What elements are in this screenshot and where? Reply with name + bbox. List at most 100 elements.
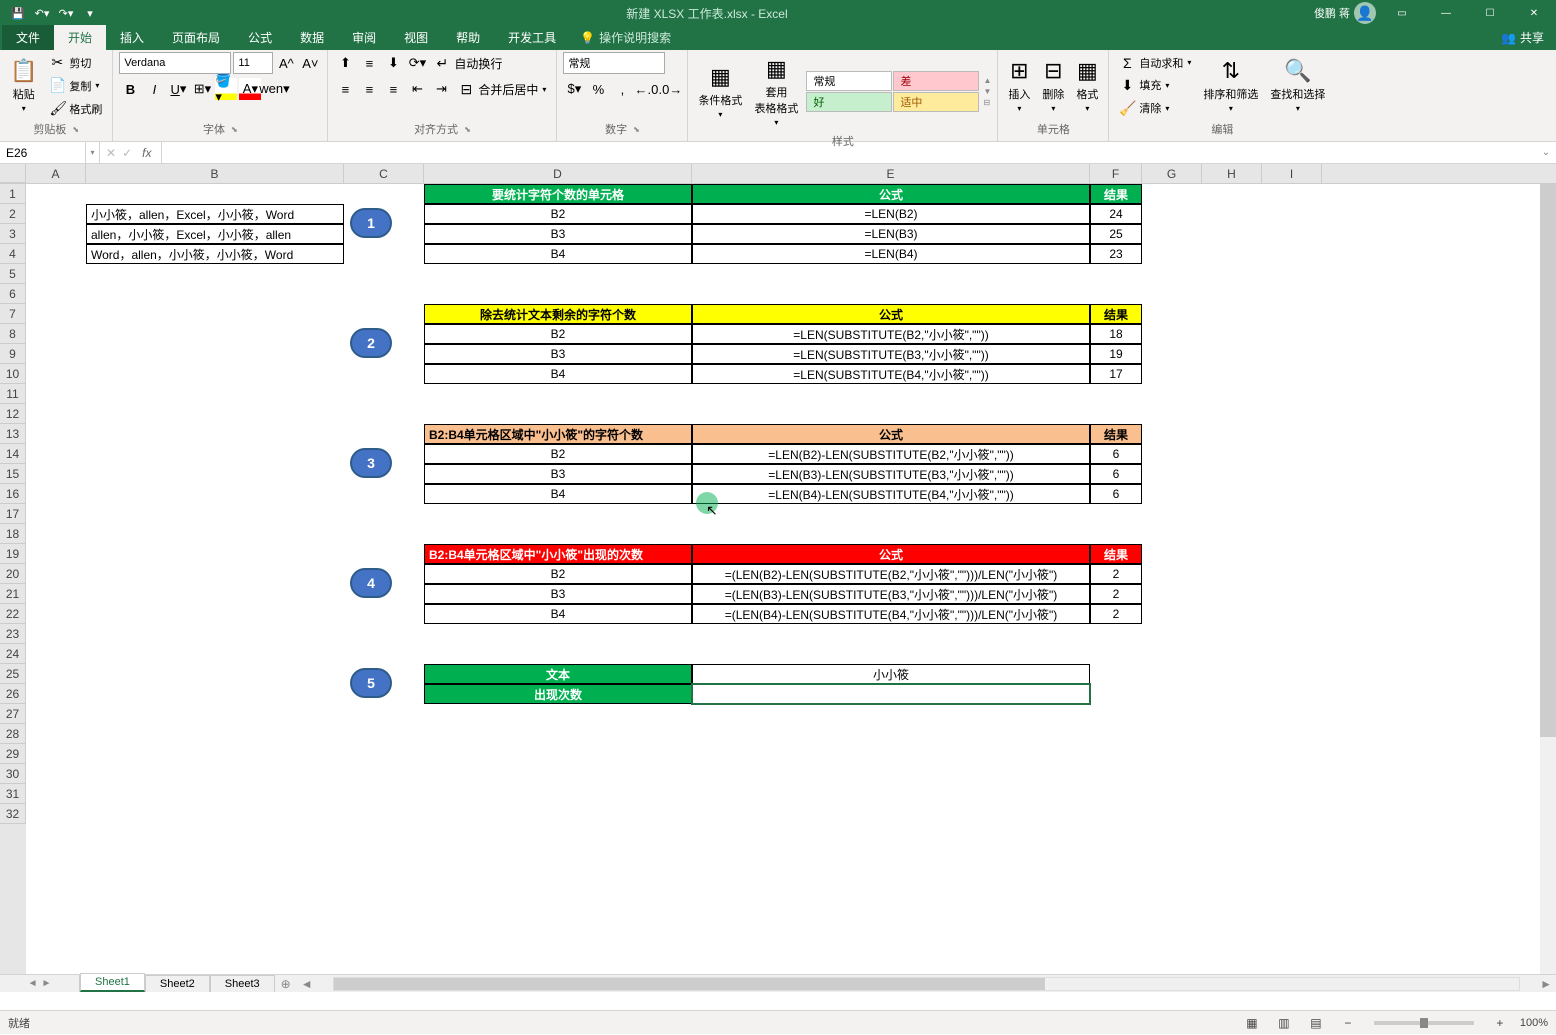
row-header-17[interactable]: 17: [0, 504, 26, 524]
row-header-19[interactable]: 19: [0, 544, 26, 564]
sort-filter-button[interactable]: ⇅排序和筛选▾: [1199, 54, 1262, 117]
decrease-decimal-icon[interactable]: .0→: [659, 78, 681, 100]
save-icon[interactable]: 💾: [8, 3, 28, 23]
cell-D20[interactable]: B2: [424, 564, 692, 584]
cell-F15[interactable]: 6: [1090, 464, 1142, 484]
number-format-select[interactable]: 常规: [563, 52, 665, 74]
sheet-nav-next-icon[interactable]: ►: [42, 978, 52, 989]
cell-B4[interactable]: Word，allen，小小筱，小小筱，Word: [86, 244, 344, 264]
italic-button[interactable]: I: [143, 78, 165, 100]
row-header-2[interactable]: 2: [0, 204, 26, 224]
cell-E13[interactable]: 公式: [692, 424, 1090, 444]
cell-D2[interactable]: B2: [424, 204, 692, 224]
cell-D14[interactable]: B2: [424, 444, 692, 464]
cell-F21[interactable]: 2: [1090, 584, 1142, 604]
sheet-tab-Sheet2[interactable]: Sheet2: [145, 975, 210, 992]
tab-file[interactable]: 文件: [2, 25, 54, 50]
col-header-E[interactable]: E: [692, 164, 1090, 183]
format-cells-button[interactable]: ▦格式▾: [1072, 54, 1102, 117]
row-header-25[interactable]: 25: [0, 664, 26, 684]
cell-style-good[interactable]: 好: [806, 92, 892, 112]
cell-D16[interactable]: B4: [424, 484, 692, 504]
increase-indent-icon[interactable]: ⇥: [430, 78, 452, 100]
cell-F7[interactable]: 结果: [1090, 304, 1142, 324]
cell-D7[interactable]: 除去统计文本剩余的字符个数: [424, 304, 692, 324]
cell-D25[interactable]: 文本: [424, 664, 692, 684]
align-middle-icon[interactable]: ≡: [358, 52, 380, 74]
fill-color-button[interactable]: 🪣▾: [215, 78, 237, 100]
percent-icon[interactable]: %: [587, 78, 609, 100]
cell-E3[interactable]: =LEN(B3): [692, 224, 1090, 244]
share-button[interactable]: 👥 共享: [1489, 25, 1556, 50]
row-header-23[interactable]: 23: [0, 624, 26, 644]
vertical-scrollbar[interactable]: [1540, 184, 1556, 974]
formula-expand-icon[interactable]: ⌄: [1536, 142, 1556, 163]
name-box[interactable]: E26: [0, 142, 86, 163]
row-header-13[interactable]: 13: [0, 424, 26, 444]
tab-insert[interactable]: 插入: [106, 25, 158, 50]
cell-F19[interactable]: 结果: [1090, 544, 1142, 564]
row-header-21[interactable]: 21: [0, 584, 26, 604]
cell-E9[interactable]: =LEN(SUBSTITUTE(B3,"小小筱","")): [692, 344, 1090, 364]
cell-D8[interactable]: B2: [424, 324, 692, 344]
accept-formula-icon[interactable]: ✓: [122, 146, 132, 160]
cell-F13[interactable]: 结果: [1090, 424, 1142, 444]
normal-view-icon[interactable]: ▦: [1240, 1011, 1264, 1035]
cell-D22[interactable]: B4: [424, 604, 692, 624]
underline-button[interactable]: U▾: [167, 78, 189, 100]
row-header-32[interactable]: 32: [0, 804, 26, 824]
cell-F16[interactable]: 6: [1090, 484, 1142, 504]
decrease-font-icon[interactable]: A˅: [299, 52, 321, 74]
font-name-select[interactable]: Verdana: [119, 52, 231, 74]
add-sheet-button[interactable]: ⊕: [275, 975, 297, 992]
horizontal-scrollbar[interactable]: [333, 977, 1521, 991]
cell-E19[interactable]: 公式: [692, 544, 1090, 564]
cell-style-neutral[interactable]: 适中: [893, 92, 979, 112]
increase-font-icon[interactable]: A^: [275, 52, 297, 74]
cell-E1[interactable]: 公式: [692, 184, 1090, 204]
cell-E25[interactable]: 小小筱: [692, 664, 1090, 684]
cancel-formula-icon[interactable]: ✕: [106, 146, 116, 160]
account-name[interactable]: 俊鹏 蒋 👤: [1314, 2, 1376, 24]
orientation-icon[interactable]: ⟳▾: [406, 52, 428, 74]
page-break-view-icon[interactable]: ▤: [1304, 1011, 1328, 1035]
ribbon-display-icon[interactable]: ▭: [1384, 0, 1420, 26]
tab-view[interactable]: 视图: [390, 25, 442, 50]
col-header-H[interactable]: H: [1202, 164, 1262, 183]
merge-button[interactable]: ⊟合并后居中▾: [454, 78, 550, 100]
table-format-button[interactable]: ▦套用 表格格式▾: [750, 52, 802, 131]
maximize-icon[interactable]: ☐: [1472, 0, 1508, 26]
copy-button[interactable]: 📄复制▾: [45, 75, 106, 96]
cell-D4[interactable]: B4: [424, 244, 692, 264]
align-center-icon[interactable]: ≡: [358, 78, 380, 100]
autosum-button[interactable]: Σ自动求和▾: [1115, 53, 1195, 73]
row-header-24[interactable]: 24: [0, 644, 26, 664]
cell-D13[interactable]: B2:B4单元格区域中"小小筱"的字符个数: [424, 424, 692, 444]
cell-E8[interactable]: =LEN(SUBSTITUTE(B2,"小小筱","")): [692, 324, 1090, 344]
row-header-10[interactable]: 10: [0, 364, 26, 384]
cell-F4[interactable]: 23: [1090, 244, 1142, 264]
cell-B2[interactable]: 小小筱，allen，Excel，小小筱，Word: [86, 204, 344, 224]
cell-E10[interactable]: =LEN(SUBSTITUTE(B4,"小小筱","")): [692, 364, 1090, 384]
align-bottom-icon[interactable]: ⬇: [382, 52, 404, 74]
close-icon[interactable]: ✕: [1516, 0, 1552, 26]
find-select-button[interactable]: 🔍查找和选择▾: [1266, 54, 1329, 117]
styles-scroll-down-icon[interactable]: ▼: [983, 87, 991, 96]
bold-button[interactable]: B: [119, 78, 141, 100]
number-launcher-icon[interactable]: ⬊: [633, 125, 640, 134]
row-header-22[interactable]: 22: [0, 604, 26, 624]
cell-F22[interactable]: 2: [1090, 604, 1142, 624]
tab-formulas[interactable]: 公式: [234, 25, 286, 50]
cell-D1[interactable]: 要统计字符个数的单元格: [424, 184, 692, 204]
row-header-4[interactable]: 4: [0, 244, 26, 264]
tab-review[interactable]: 审阅: [338, 25, 390, 50]
font-launcher-icon[interactable]: ⬊: [231, 125, 238, 134]
qat-customize-icon[interactable]: ▾: [80, 3, 100, 23]
decrease-indent-icon[interactable]: ⇤: [406, 78, 428, 100]
cell-F10[interactable]: 17: [1090, 364, 1142, 384]
tell-me-search[interactable]: 💡 操作说明搜索: [570, 25, 681, 50]
zoom-in-icon[interactable]: +: [1488, 1011, 1512, 1035]
row-header-16[interactable]: 16: [0, 484, 26, 504]
row-header-15[interactable]: 15: [0, 464, 26, 484]
cell-E14[interactable]: =LEN(B2)-LEN(SUBSTITUTE(B2,"小小筱","")): [692, 444, 1090, 464]
